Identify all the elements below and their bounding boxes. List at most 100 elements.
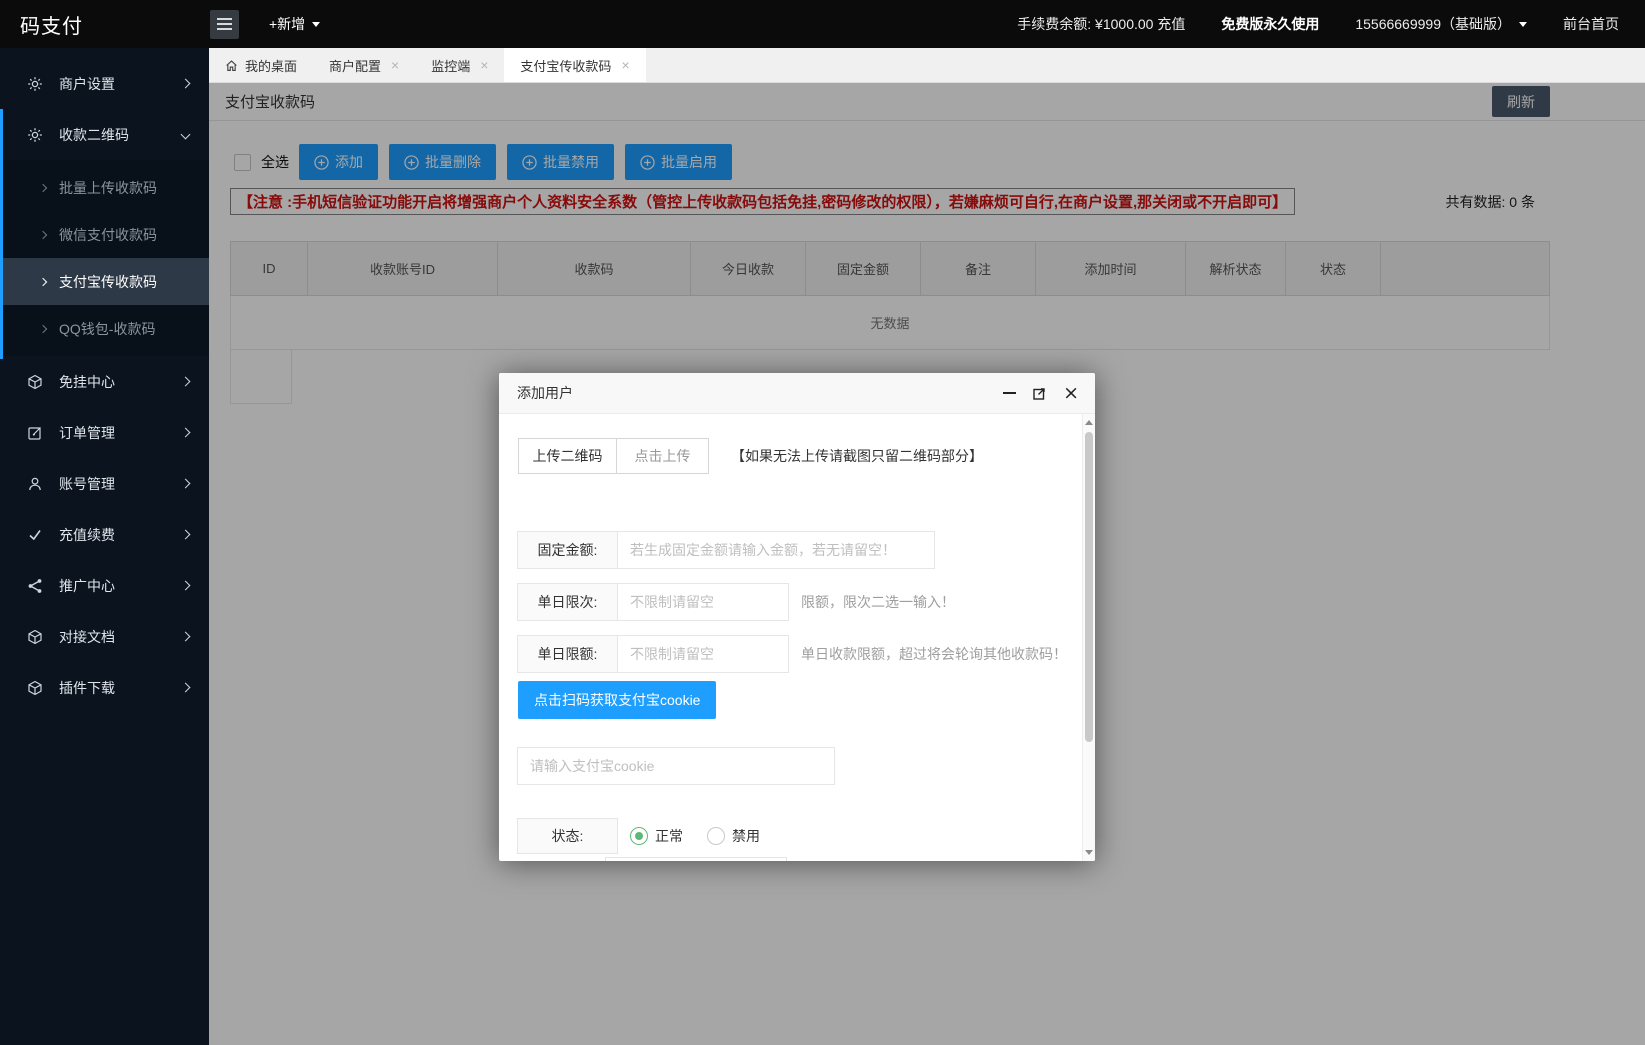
sidebar-item-label: 商户设置	[59, 74, 115, 94]
sidebar-item-recharge-renewal[interactable]: 充值续费	[0, 509, 209, 560]
daily-count-label: 单日限次:	[517, 583, 618, 621]
chevron-right-icon	[181, 428, 191, 438]
sidebar-item-label: 插件下载	[59, 678, 115, 698]
upload-hint: 【如果无法上传请截图只留二维码部分】	[731, 446, 983, 466]
tab-label: 我的桌面	[245, 56, 297, 75]
tab-bar: 我的桌面 商户配置 × 监控端 × 支付宝传收款码 ×	[209, 48, 1645, 83]
click-upload-button[interactable]: 点击上传	[616, 438, 709, 474]
subitem-label: QQ钱包-收款码	[59, 319, 155, 339]
daily-amount-input[interactable]	[617, 635, 789, 673]
caret-down-icon	[1519, 22, 1527, 27]
scan-cookie-button[interactable]: 点击扫码获取支付宝cookie	[518, 681, 716, 719]
tab-label: 商户配置	[329, 56, 381, 75]
tab-label: 监控端	[431, 56, 470, 75]
sidebar-item-label: 推广中心	[59, 576, 115, 596]
main-content: 支付宝收款码 刷新 全选 添加 批量删除 批量禁用 批量启用	[209, 83, 1645, 1045]
account-label: 15566669999（基础版）	[1355, 14, 1511, 34]
chevron-right-icon	[39, 183, 47, 191]
upload-qrcode-button[interactable]: 上传二维码	[518, 438, 617, 474]
radio-unselected-icon[interactable]	[707, 827, 725, 845]
front-home-link[interactable]: 前台首页	[1563, 14, 1619, 34]
sidebar-item-label: 收款二维码	[59, 125, 129, 145]
status-row: 状态: 正常 禁用	[517, 818, 760, 854]
daily-count-input[interactable]	[617, 583, 789, 621]
cookie-input[interactable]	[517, 747, 835, 785]
close-icon[interactable]: ×	[391, 58, 399, 72]
tab-merchant-config[interactable]: 商户配置 ×	[313, 48, 415, 82]
clipped-next-field	[605, 857, 787, 861]
daily-count-hint: 限额，限次二选一输入！	[801, 592, 955, 612]
subitem-label: 微信支付收款码	[59, 225, 157, 245]
sidebar-item-label: 订单管理	[59, 423, 115, 443]
tab-my-desktop[interactable]: 我的桌面	[209, 48, 313, 82]
chevron-right-icon	[181, 530, 191, 540]
chevron-right-icon	[39, 277, 47, 285]
radio-selected-icon[interactable]	[630, 827, 648, 845]
radio-label: 正常	[655, 826, 683, 846]
edit-icon	[27, 424, 44, 441]
subitem-label: 批量上传收款码	[59, 178, 157, 198]
radio-label: 禁用	[732, 826, 760, 846]
minimize-icon[interactable]	[1003, 392, 1016, 394]
fee-balance-link[interactable]: 手续费余额: ¥1000.00 充值	[1017, 14, 1185, 34]
sidebar-item-order-management[interactable]: 订单管理	[0, 407, 209, 458]
qrcode-submenu: 批量上传收款码 微信支付收款码 支付宝传收款码 QQ钱包-收款码	[0, 160, 209, 356]
sidebar: 商户设置 收款二维码 批量上传收款码 微信支付收款码 支付宝传收款码 QQ钱包-…	[0, 48, 209, 1045]
header-right-menu: 手续费余额: ¥1000.00 充值 免费版永久使用 15566669999（基…	[1017, 14, 1645, 34]
fixed-amount-label: 固定金额:	[517, 531, 618, 569]
sidebar-subitem-qq-wallet-code[interactable]: QQ钱包-收款码	[0, 305, 209, 352]
scroll-up-arrow-icon[interactable]	[1085, 420, 1093, 425]
close-icon[interactable]: ×	[621, 58, 629, 72]
modal-window-controls: ×	[1003, 384, 1095, 403]
modal-title-bar: 添加用户 ×	[499, 373, 1095, 414]
sidebar-item-label: 免挂中心	[59, 372, 115, 392]
sidebar-subitem-wechat-code[interactable]: 微信支付收款码	[0, 211, 209, 258]
add-new-dropdown[interactable]: +新增	[269, 14, 320, 34]
sidebar-item-api-docs[interactable]: 对接文档	[0, 611, 209, 662]
upload-row: 上传二维码 点击上传 【如果无法上传请截图只留二维码部分】	[518, 438, 983, 474]
sidebar-item-label: 对接文档	[59, 627, 115, 647]
user-icon	[27, 475, 44, 492]
add-user-modal: 添加用户 × 上传二维码 点击上传 【如果无法上传请截图只留二维码部分】 固定金…	[499, 373, 1095, 861]
app-logo: 码支付	[0, 10, 209, 39]
chevron-down-icon	[181, 130, 191, 140]
tab-alipay-code[interactable]: 支付宝传收款码 ×	[504, 48, 645, 82]
sidebar-item-plugin-download[interactable]: 插件下载	[0, 662, 209, 713]
sidebar-subitem-alipay-code[interactable]: 支付宝传收款码	[0, 258, 209, 305]
share-icon	[27, 577, 44, 594]
scroll-down-arrow-icon[interactable]	[1085, 850, 1093, 855]
radio-option-disabled[interactable]: 禁用	[707, 826, 760, 846]
add-new-label: +新增	[269, 14, 305, 34]
sidebar-item-free-hang-center[interactable]: 免挂中心	[0, 356, 209, 407]
scrollbar-thumb[interactable]	[1085, 432, 1093, 742]
modal-scrollbar[interactable]	[1082, 414, 1095, 861]
sidebar-item-label: 账号管理	[59, 474, 115, 494]
sidebar-item-promotion-center[interactable]: 推广中心	[0, 560, 209, 611]
cube-icon	[27, 679, 44, 696]
menu-toggle-button[interactable]	[210, 10, 239, 39]
active-section-accent-bar	[0, 109, 3, 359]
close-icon[interactable]: ×	[1063, 384, 1079, 403]
maximize-icon[interactable]	[1033, 387, 1046, 400]
fixed-amount-input[interactable]	[617, 531, 935, 569]
daily-amount-row: 单日限额: 单日收款限额，超过将会轮询其他收款码！	[517, 635, 1067, 673]
subitem-label: 支付宝传收款码	[59, 272, 157, 292]
sidebar-subitem-batch-upload[interactable]: 批量上传收款码	[0, 164, 209, 211]
tab-label: 支付宝传收款码	[520, 56, 611, 75]
status-label: 状态:	[517, 818, 618, 854]
modal-title: 添加用户	[499, 383, 573, 403]
close-icon[interactable]: ×	[480, 58, 488, 72]
gear-icon	[27, 75, 44, 92]
daily-amount-hint: 单日收款限额，超过将会轮询其他收款码！	[801, 644, 1067, 664]
daily-count-row: 单日限次: 限额，限次二选一输入！	[517, 583, 955, 621]
tab-monitor[interactable]: 监控端 ×	[415, 48, 504, 82]
gear-icon	[27, 126, 44, 143]
chevron-right-icon	[181, 632, 191, 642]
sidebar-item-merchant-settings[interactable]: 商户设置	[0, 58, 209, 109]
cube-icon	[27, 373, 44, 390]
sidebar-item-qrcode-section[interactable]: 收款二维码	[0, 109, 209, 160]
radio-option-normal[interactable]: 正常	[630, 826, 683, 846]
chevron-right-icon	[181, 683, 191, 693]
sidebar-item-account-management[interactable]: 账号管理	[0, 458, 209, 509]
account-dropdown[interactable]: 15566669999（基础版）	[1355, 14, 1527, 34]
